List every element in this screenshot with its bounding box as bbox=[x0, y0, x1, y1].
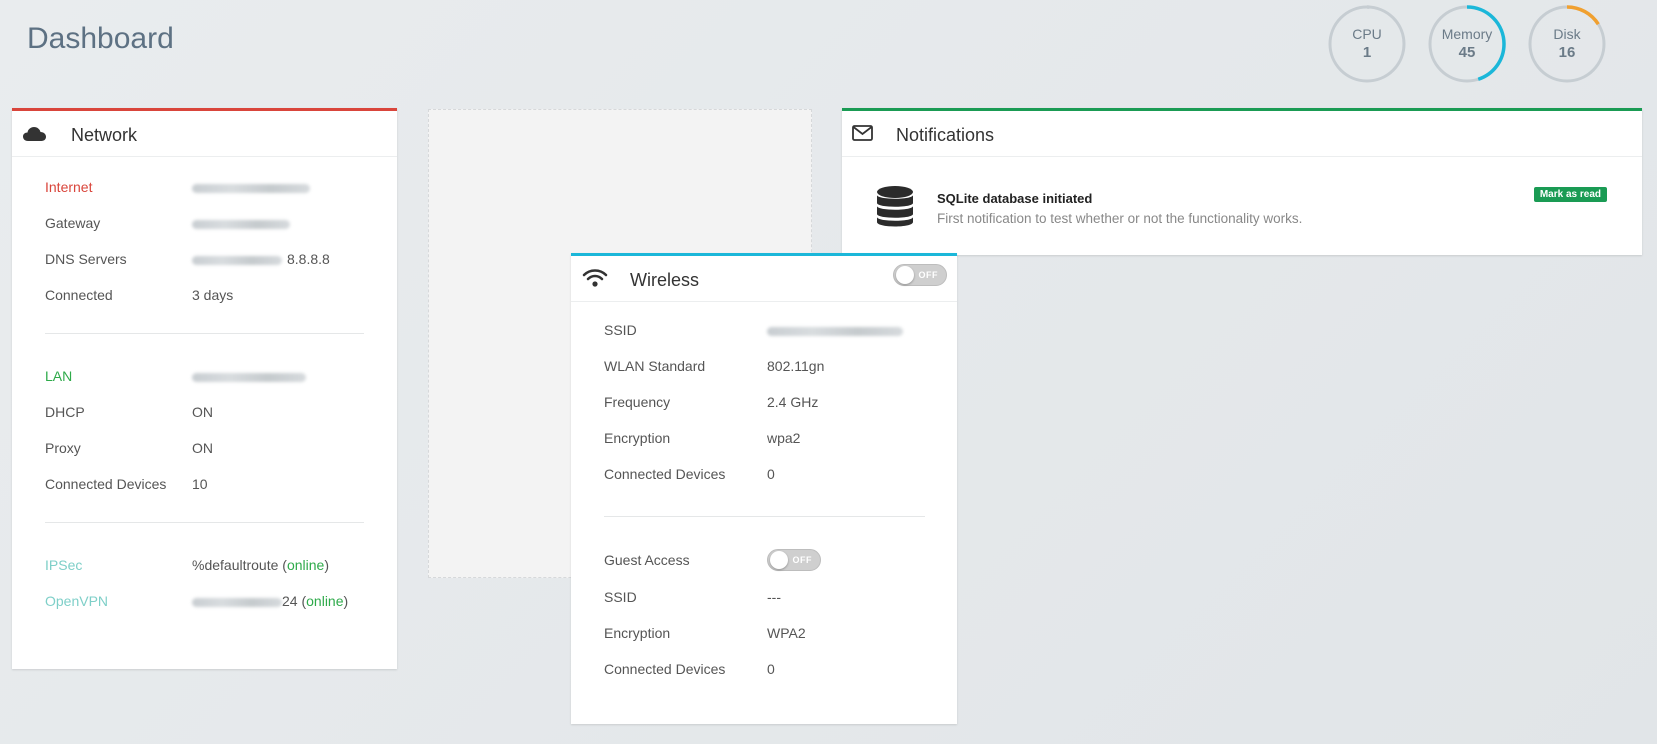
openvpn-row: OpenVPN 24 (online) bbox=[45, 593, 349, 609]
network-title: Network bbox=[71, 125, 138, 145]
dns-value: 8.8.8.8 bbox=[287, 251, 330, 267]
page-title: Dashboard bbox=[27, 22, 174, 55]
wireless-panel: Wireless OFF SSID WLAN Standard 802.11gn… bbox=[571, 253, 957, 724]
dhcp-label: DHCP bbox=[45, 404, 85, 420]
frequency-value: 2.4 GHz bbox=[767, 394, 819, 410]
guest-access-toggle[interactable]: OFF bbox=[767, 549, 821, 571]
database-icon bbox=[876, 186, 914, 233]
internet-label: Internet bbox=[45, 179, 93, 195]
guest-encryption-label: Encryption bbox=[604, 625, 671, 641]
connected-row: Connected 3 days bbox=[45, 277, 397, 313]
gateway-label: Gateway bbox=[45, 215, 101, 231]
guest-encryption-row: Encryption WPA2 bbox=[604, 615, 957, 651]
wifi-icon bbox=[582, 267, 608, 289]
guest-devices-value: 0 bbox=[767, 661, 775, 677]
lan-devices-row: Connected Devices 10 bbox=[45, 466, 397, 502]
wireless-devices-value: 0 bbox=[767, 466, 775, 482]
divider bbox=[604, 516, 925, 517]
encryption-row: Encryption wpa2 bbox=[604, 420, 957, 456]
guest-encryption-value: WPA2 bbox=[767, 625, 806, 641]
ipsec-label: IPSec bbox=[45, 557, 83, 573]
dhcp-value: ON bbox=[192, 404, 213, 420]
wireless-toggle[interactable]: OFF bbox=[893, 264, 947, 286]
guest-access-label: Guest Access bbox=[604, 552, 690, 568]
gauge-value: 16 bbox=[1558, 44, 1576, 61]
redacted-value bbox=[192, 255, 282, 265]
frequency-label: Frequency bbox=[604, 394, 671, 410]
dhcp-row: DHCP ON bbox=[45, 394, 397, 430]
proxy-label: Proxy bbox=[45, 440, 81, 456]
standard-value: 802.11gn bbox=[767, 358, 825, 374]
frequency-row: Frequency 2.4 GHz bbox=[604, 384, 957, 420]
toggle-knob bbox=[896, 266, 914, 284]
ssid-label: SSID bbox=[604, 322, 637, 338]
wireless-devices-row: Connected Devices 0 bbox=[604, 456, 957, 492]
guest-ssid-label: SSID bbox=[604, 589, 637, 605]
network-panel: Network Internet Gateway DNS Servers 8.8… bbox=[12, 108, 397, 669]
standard-label: WLAN Standard bbox=[604, 358, 706, 374]
lan-devices-value: 10 bbox=[192, 476, 208, 492]
guest-ssid-row: SSID --- bbox=[604, 579, 957, 615]
redacted-value bbox=[767, 326, 903, 336]
notification-title: SQLite database initiated bbox=[937, 191, 1093, 206]
ipsec-status: online bbox=[286, 557, 325, 573]
disk-gauge: Disk 16 bbox=[1527, 4, 1607, 84]
notifications-title: Notifications bbox=[896, 125, 995, 145]
redacted-value bbox=[192, 183, 310, 193]
lan-devices-label: Connected Devices bbox=[45, 476, 167, 492]
gauge-label: Memory bbox=[1441, 26, 1493, 42]
lan-row: LAN bbox=[45, 358, 397, 394]
openvpn-value: 24 bbox=[282, 593, 298, 609]
divider bbox=[45, 333, 364, 334]
dns-label: DNS Servers bbox=[45, 251, 127, 267]
proxy-value: ON bbox=[192, 440, 213, 456]
wireless-header: Wireless OFF bbox=[571, 256, 957, 302]
redacted-value bbox=[192, 219, 290, 229]
gateway-row: Gateway bbox=[45, 205, 397, 241]
gauge-value: 1 bbox=[1362, 44, 1372, 61]
guest-devices-label: Connected Devices bbox=[604, 661, 726, 677]
guest-devices-row: Connected Devices 0 bbox=[604, 651, 957, 687]
lan-label: LAN bbox=[45, 368, 73, 384]
proxy-row: Proxy ON bbox=[45, 430, 397, 466]
ipsec-value: %defaultroute bbox=[192, 557, 279, 573]
guest-access-row: Guest Access OFF bbox=[604, 541, 957, 579]
gauge-label: Disk bbox=[1553, 26, 1581, 42]
internet-row: Internet bbox=[45, 169, 397, 205]
notifications-panel: Notifications SQLite database initiated … bbox=[842, 108, 1642, 255]
toggle-knob bbox=[770, 551, 788, 569]
gauge-value: 45 bbox=[1458, 44, 1476, 61]
wireless-devices-label: Connected Devices bbox=[604, 466, 726, 482]
divider bbox=[45, 522, 364, 523]
network-header: Network bbox=[12, 111, 397, 157]
envelope-icon bbox=[852, 124, 878, 146]
dns-row: DNS Servers 8.8.8.8 bbox=[45, 241, 397, 277]
guest-ssid-value: --- bbox=[767, 589, 781, 605]
connected-value: 3 days bbox=[192, 287, 234, 303]
cloud-icon bbox=[22, 123, 48, 145]
ipsec-row: IPSec %defaultroute (online) bbox=[45, 557, 330, 573]
toggle-state: OFF bbox=[918, 270, 938, 280]
openvpn-label: OpenVPN bbox=[45, 593, 109, 609]
toggle-state: OFF bbox=[792, 555, 812, 565]
mark-as-read-button[interactable]: Mark as read bbox=[1533, 187, 1607, 202]
ssid-row: SSID bbox=[604, 312, 957, 348]
standard-row: WLAN Standard 802.11gn bbox=[604, 348, 957, 384]
memory-gauge: Memory 45 bbox=[1427, 4, 1507, 84]
redacted-value bbox=[192, 372, 306, 382]
wireless-title: Wireless bbox=[630, 270, 700, 290]
openvpn-status: online bbox=[306, 593, 344, 609]
notifications-header: Notifications bbox=[842, 111, 1642, 157]
cpu-gauge: CPU 1 bbox=[1327, 4, 1407, 84]
notification-text: First notification to test whether or no… bbox=[937, 211, 1303, 226]
redacted-value bbox=[192, 597, 282, 607]
encryption-value: wpa2 bbox=[767, 430, 801, 446]
gauge-label: CPU bbox=[1352, 26, 1382, 42]
encryption-label: Encryption bbox=[604, 430, 671, 446]
connected-label: Connected bbox=[45, 287, 113, 303]
